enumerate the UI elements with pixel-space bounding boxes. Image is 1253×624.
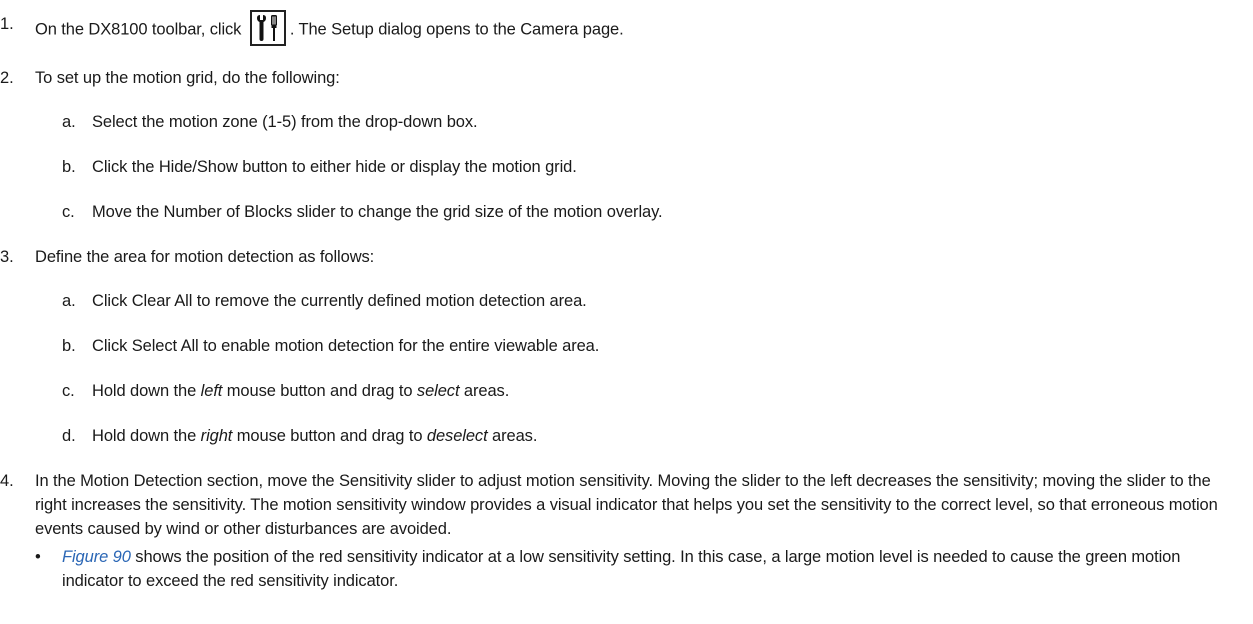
step-3b-letter: b. xyxy=(62,337,76,355)
step-2c-letter: c. xyxy=(62,203,75,221)
setup-tools-icon[interactable] xyxy=(249,10,286,46)
step-1: 1. xyxy=(0,12,14,36)
step-1-text-after: . The Setup dialog opens to the Camera p… xyxy=(289,20,624,39)
step-2b-letter: b. xyxy=(62,158,76,176)
step-2c-text: Move the Number of Blocks slider to chan… xyxy=(92,203,663,221)
step-3c-em-left: left xyxy=(200,382,223,400)
step-4-number: 4. xyxy=(0,472,14,490)
step-1-text-before: On the DX8100 toolbar, click xyxy=(35,20,242,39)
step-2a-letter: a. xyxy=(62,113,76,131)
step-3a-letter: a. xyxy=(62,292,76,310)
step-1-number: 1. xyxy=(0,15,14,33)
step-3c-letter: c. xyxy=(62,382,75,400)
figure-90-link[interactable]: Figure 90 xyxy=(62,548,131,566)
step-3-text: Define the area for motion detection as … xyxy=(35,248,375,266)
step-3d-em-deselect: deselect xyxy=(426,427,488,445)
step-3d-mid: mouse button and drag to xyxy=(232,427,427,445)
step-3d-letter: d. xyxy=(62,427,76,445)
bullet-body: shows the position of the red sensitivit… xyxy=(62,548,1181,590)
step-3-number: 3. xyxy=(0,248,14,266)
step-3c-pre: Hold down the xyxy=(92,382,201,400)
step-3d-em-right: right xyxy=(200,427,233,445)
step-2-number: 2. xyxy=(0,69,14,87)
step-3c-em-select: select xyxy=(416,382,460,400)
step-3c-post: areas. xyxy=(459,382,510,400)
step-2b-text: Click the Hide/Show button to either hid… xyxy=(92,158,577,176)
step-4-bullet-text: Figure 90 shows the position of the red … xyxy=(62,545,1242,593)
step-3b-text: Click Select All to enable motion detect… xyxy=(92,337,600,355)
step-3d-text: Hold down the right mouse button and dra… xyxy=(92,424,537,448)
step-3d-pre: Hold down the xyxy=(92,427,201,445)
step-3a-text: Click Clear All to remove the currently … xyxy=(92,292,587,310)
step-3c-text: Hold down the left mouse button and drag… xyxy=(92,379,509,403)
bullet-dot: • xyxy=(35,548,41,566)
step-2a-text: Select the motion zone (1-5) from the dr… xyxy=(92,113,478,131)
step-3c-mid: mouse button and drag to xyxy=(222,382,417,400)
step-1-text: On the DX8100 toolbar, click . The Setup… xyxy=(35,10,624,48)
step-3d-post: areas. xyxy=(487,427,538,445)
step-2-text: To set up the motion grid, do the follow… xyxy=(35,69,340,87)
step-4-text: In the Motion Detection section, move th… xyxy=(35,472,1218,538)
